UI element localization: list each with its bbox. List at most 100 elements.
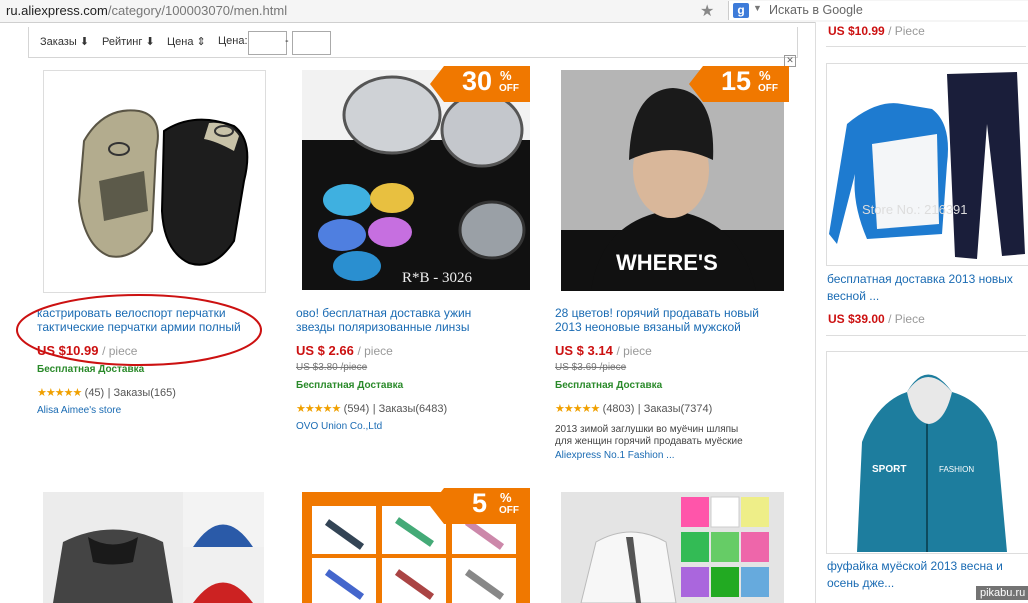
discount-percent-sign: % <box>500 490 512 505</box>
divider <box>826 46 1026 47</box>
discount-value: 15 <box>721 66 752 96</box>
sidebar-title-line: бесплатная доставка 2013 новых <box>827 272 1013 286</box>
image-caption: WHERE'S <box>616 250 718 275</box>
rating-row: ★★★★★ (45) | Заказы(165) <box>37 387 176 399</box>
url-path: /category/100003070/men.html <box>107 3 288 18</box>
product-image-dress-shirts[interactable] <box>561 492 784 603</box>
rating-stars-icon: ★★★★★ <box>555 403 600 415</box>
orders-count[interactable]: Заказы(7374) <box>644 403 713 415</box>
sort-filter-bar: Заказы ⬇ Рейтинг ⬇ Цена ⇕ Цена: - <box>28 27 798 58</box>
product-price: US $ 2.66 / piece <box>296 343 393 358</box>
free-shipping-label: Бесплатная Доставка <box>555 380 663 391</box>
browser-toolbar: ru.aliexpress.com/category/100003070/men… <box>0 0 1028 23</box>
image-caption: Store No.: 216391 <box>862 202 968 217</box>
sidebar-title-line: весной ... <box>827 289 880 303</box>
sort-orders-label: Заказы <box>40 36 77 48</box>
updown-arrows-icon: ⇕ <box>196 36 206 48</box>
sidebar-title-line: фуфайка муёской 2013 весна и <box>827 559 1003 573</box>
sidebar-product-image-jacket[interactable]: SPORT FASHION <box>826 351 1028 554</box>
gloves-image <box>77 109 249 266</box>
price-unit: / Piece <box>888 24 925 38</box>
store-link[interactable]: OVO Union Co.,Ltd <box>296 421 382 432</box>
price-value: US $ 2.66 <box>296 343 354 358</box>
red-annotation-ellipse <box>16 294 262 366</box>
discount-badge: 30 % OFF <box>430 66 530 102</box>
rating-row: ★★★★★ (594) | Заказы(6483) <box>296 403 448 415</box>
sort-price-button[interactable]: Цена ⇕ <box>167 35 206 48</box>
orders-count[interactable]: Заказы(165) <box>113 387 175 399</box>
divider <box>826 335 1026 336</box>
old-price: US $3.69 /piece <box>555 362 627 373</box>
description-line: 2013 зимой заглушки во муёчин шляпы <box>555 424 739 435</box>
review-count[interactable]: (45) <box>85 387 105 399</box>
product-title-link[interactable]: 28 цветов! горячий продавать новый 2013 … <box>555 306 800 334</box>
store-link[interactable]: Aliexpress No.1 Fashion ... <box>555 450 675 461</box>
image-caption-1: SPORT <box>872 464 906 475</box>
product-image-gloves[interactable] <box>43 70 266 293</box>
price-value: US $ 3.14 <box>555 343 613 358</box>
arrow-down-icon: ⬇ <box>79 36 90 48</box>
discount-badge: 15 % OFF <box>689 66 789 102</box>
discount-percent-sign: % <box>500 68 512 83</box>
sidebar-product-title-link[interactable]: бесплатная доставка 2013 новых весной ..… <box>827 271 1028 305</box>
chevron-down-icon[interactable]: ▼ <box>753 3 762 13</box>
sort-orders-button[interactable]: Заказы ⬇ <box>40 35 89 48</box>
review-count[interactable]: (4803) <box>603 403 635 415</box>
product-image-raglan-shirts[interactable] <box>43 492 264 603</box>
rating-stars-icon: ★★★★★ <box>37 387 82 399</box>
bookmark-star-icon[interactable]: ★ <box>700 1 714 21</box>
watermark: pikabu.ru <box>976 586 1028 600</box>
image-caption-2: FASHION <box>939 465 974 474</box>
sunglasses-image: R*B - 3026 <box>302 75 530 290</box>
sidebar-price: US $10.99 / Piece <box>828 24 925 38</box>
discount-value: 30 <box>462 66 493 96</box>
recommended-sidebar: US $10.99 / Piece Store No.: 216391 бесп… <box>815 22 1028 603</box>
rating-stars-icon: ★★★★★ <box>296 403 341 415</box>
sidebar-product-image-tracksuit[interactable]: Store No.: 216391 <box>826 63 1028 266</box>
google-icon[interactable]: g <box>733 3 749 18</box>
product-title-line: 28 цветов! горячий продавать новый <box>555 306 759 320</box>
product-title-line: 2013 неоновые вязаный мужской <box>555 320 741 334</box>
dress-shirts-image <box>580 496 769 603</box>
price-max-input[interactable] <box>292 31 331 55</box>
product-title-line: ово! бесплатная доставка ужин <box>296 306 472 320</box>
address-bar[interactable]: ru.aliexpress.com/category/100003070/men… <box>6 3 287 18</box>
price-unit: / piece <box>616 344 652 358</box>
product-title-link[interactable]: ово! бесплатная доставка ужин звезды пол… <box>296 306 536 334</box>
search-placeholder: Искать в Google <box>769 3 863 17</box>
discount-off-label: OFF <box>758 83 778 94</box>
price-range-label: Цена: <box>218 35 248 47</box>
description-line: для женщин горячий продавать муёские <box>555 436 743 447</box>
price-unit: / piece <box>357 344 393 358</box>
sort-price-label: Цена <box>167 36 194 48</box>
product-image-sunglasses[interactable]: R*B - 3026 <box>302 70 530 290</box>
price-min-input[interactable] <box>248 31 287 55</box>
discount-badge: 5 % OFF <box>430 488 530 524</box>
store-link[interactable]: Alisa Aimee's store <box>37 405 121 416</box>
old-price: US $3.80 /piece <box>296 362 368 373</box>
rating-row: ★★★★★ (4803) | Заказы(7374) <box>555 403 713 415</box>
sidebar-price: US $39.00 / Piece <box>828 312 925 326</box>
discount-value: 5 <box>472 488 488 518</box>
search-box[interactable]: g ▼ Искать в Google <box>728 1 1028 20</box>
price-unit: / Piece <box>888 312 925 326</box>
jacket-image: SPORT FASHION <box>857 374 1007 552</box>
product-description: 2013 зимой заглушки во муёчин шляпы для … <box>555 424 795 448</box>
price-value: US $10.99 <box>828 24 885 38</box>
tracksuit-image: Store No.: 216391 <box>829 72 1025 259</box>
discount-percent-sign: % <box>759 68 771 83</box>
sort-rating-label: Рейтинг <box>102 36 143 48</box>
orders-count[interactable]: Заказы(6483) <box>379 403 448 415</box>
raglan-shirts-image <box>43 492 264 603</box>
sort-rating-button[interactable]: Рейтинг ⬇ <box>102 35 155 48</box>
image-caption: R*B - 3026 <box>402 270 473 286</box>
product-title-line: звезды поляризованные линзы <box>296 320 470 334</box>
discount-off-label: OFF <box>499 83 519 94</box>
beanie-image: WHERE'S <box>561 88 784 291</box>
product-image-beanie[interactable]: WHERE'S <box>561 70 784 291</box>
discount-off-label: OFF <box>499 505 519 516</box>
product-price: US $ 3.14 / piece <box>555 343 652 358</box>
price-range-separator: - <box>285 35 289 47</box>
review-count[interactable]: (594) <box>344 403 370 415</box>
free-shipping-label: Бесплатная Доставка <box>296 380 404 391</box>
